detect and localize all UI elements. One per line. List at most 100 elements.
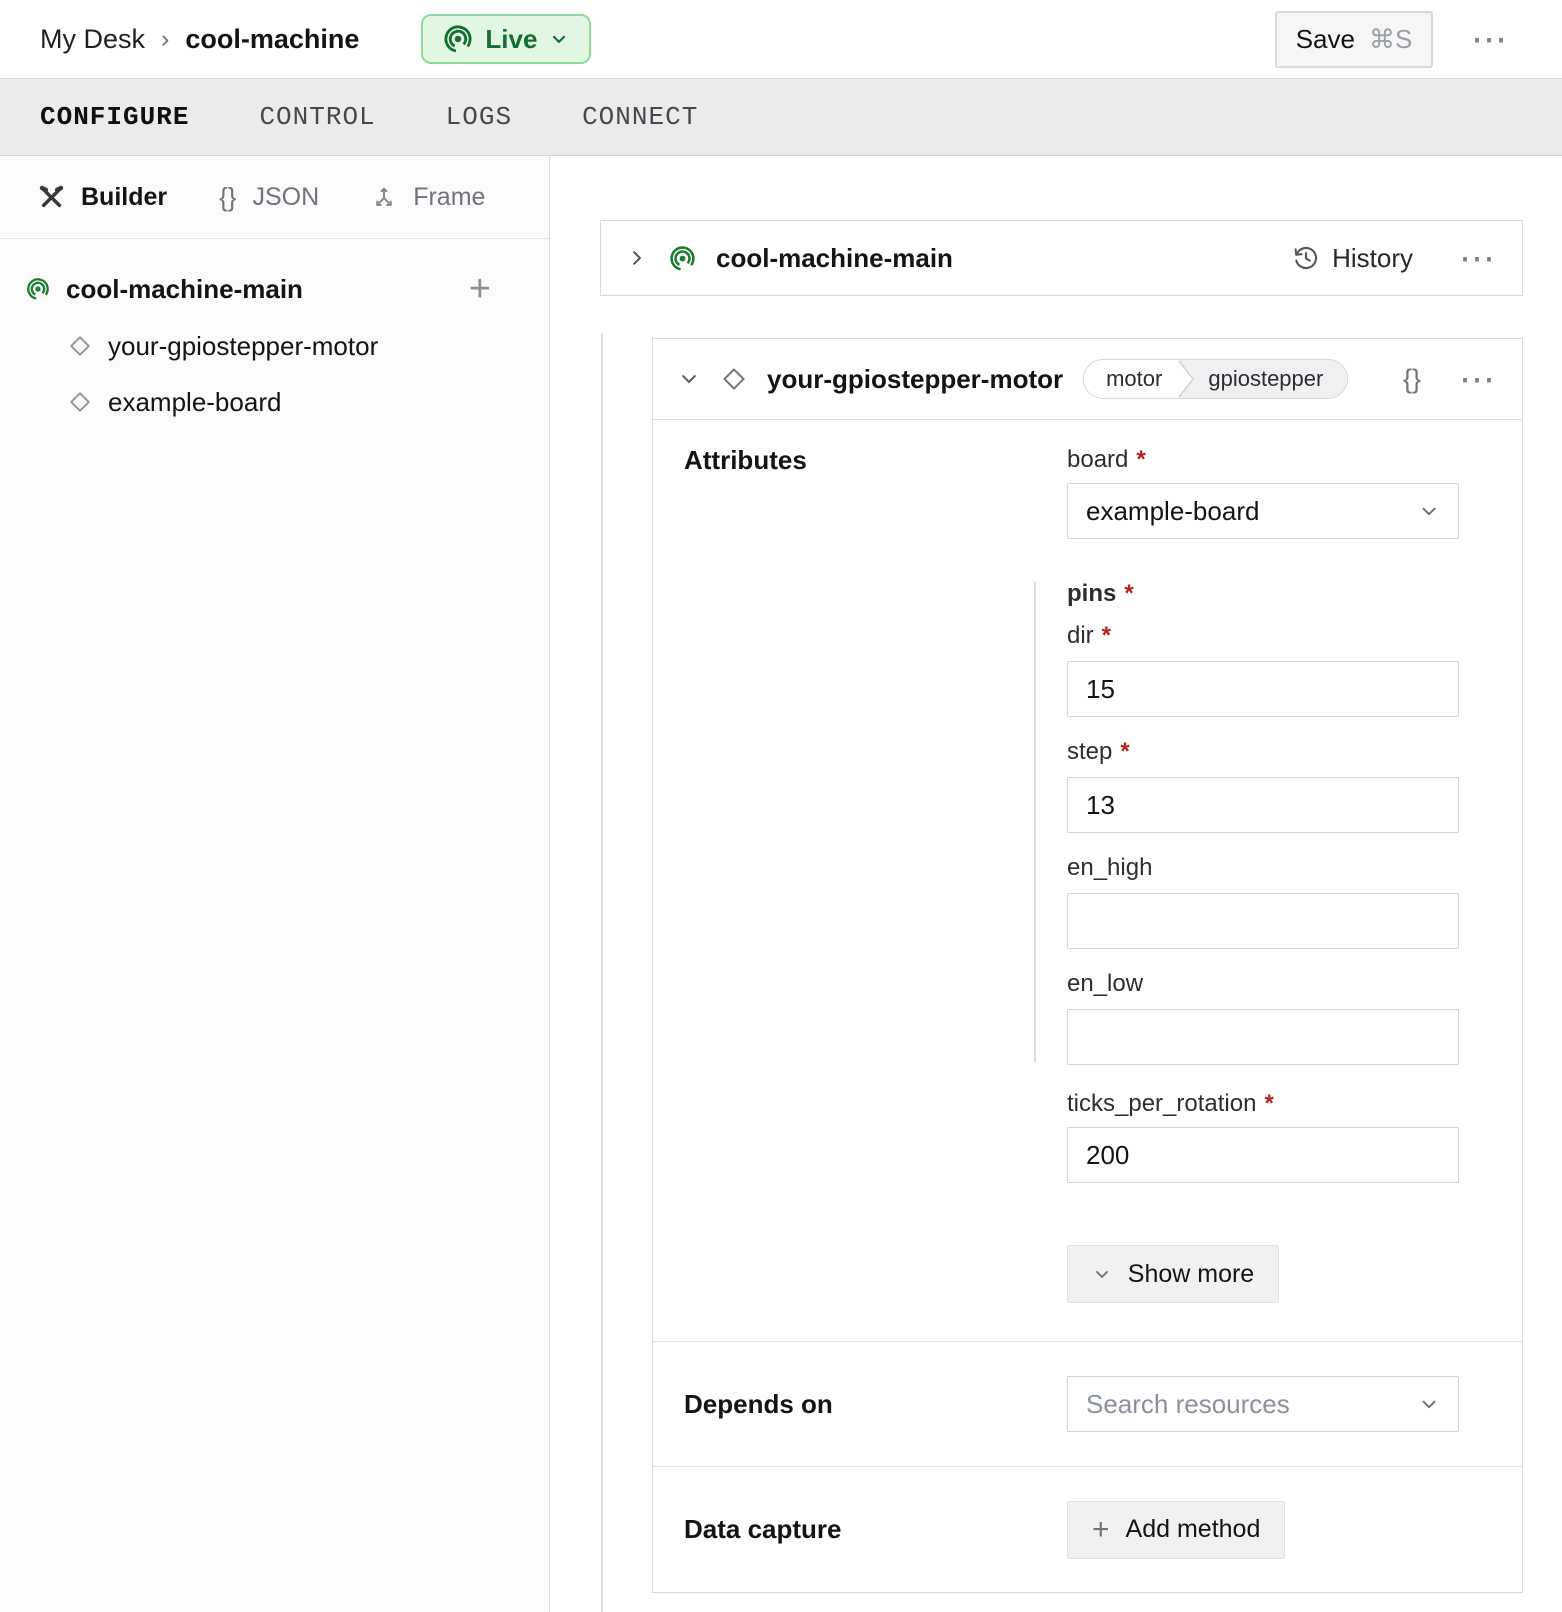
mode-tab-json-label: JSON: [253, 183, 320, 212]
tree-item-main-part[interactable]: cool-machine-main +: [26, 267, 549, 311]
mode-tab-builder-label: Builder: [81, 183, 167, 212]
history-clock-icon: [1292, 244, 1320, 272]
main-panel: cool-machine-main History ⋯: [550, 156, 1562, 1612]
attributes-heading: Attributes: [684, 445, 1067, 1303]
chevron-right-icon[interactable]: [627, 248, 647, 268]
dir-field: dir: [1067, 621, 1459, 717]
depends-on-section: Depends on Search resources: [653, 1341, 1522, 1466]
show-more-button[interactable]: Show more: [1067, 1245, 1279, 1303]
component-diamond-icon: [68, 334, 92, 358]
data-capture-section: Data capture + Add method: [653, 1466, 1522, 1592]
tab-logs[interactable]: LOGS: [446, 102, 512, 132]
depends-on-heading: Depends on: [684, 1389, 1067, 1420]
tree-item-gpiostepper-motor[interactable]: your-gpiostepper-motor: [68, 325, 549, 367]
en-low-input[interactable]: [1067, 1009, 1459, 1065]
chevron-down-icon: [549, 29, 569, 49]
save-button-label: Save: [1296, 24, 1355, 55]
search-resources-select[interactable]: Search resources: [1067, 1376, 1459, 1432]
view-mode-tabs: Builder {} JSON Frame: [0, 156, 549, 239]
live-status-label: Live: [485, 24, 537, 55]
breadcrumb-parent[interactable]: My Desk: [40, 24, 145, 55]
nesting-guide-line: [601, 333, 603, 1612]
attributes-form: board example-board pins dir: [1067, 445, 1459, 1303]
chevron-down-icon: [1092, 1264, 1112, 1284]
part-card-menu-icon[interactable]: ⋯: [1459, 240, 1496, 276]
show-more-label: Show more: [1128, 1260, 1254, 1289]
json-braces-icon: {}: [219, 182, 236, 213]
resource-card-title: your-gpiostepper-motor: [767, 364, 1063, 395]
en-high-field: en_high: [1067, 853, 1459, 949]
board-field: board example-board: [1067, 445, 1459, 539]
history-button[interactable]: History: [1292, 243, 1413, 274]
viam-live-icon: [443, 24, 473, 54]
edit-json-braces-icon[interactable]: {}: [1403, 364, 1421, 395]
part-card-title: cool-machine-main: [716, 243, 953, 274]
more-menu-icon[interactable]: ⋯: [1471, 21, 1508, 57]
tab-control[interactable]: CONTROL: [259, 102, 375, 132]
resource-card-menu-icon[interactable]: ⋯: [1459, 361, 1496, 397]
tree-item-example-board[interactable]: example-board: [68, 381, 549, 423]
board-label: board: [1067, 445, 1459, 475]
step-input[interactable]: [1067, 777, 1459, 833]
pins-group: pins dir step en_high: [1067, 579, 1459, 1065]
machine-tab-bar: CONFIGURE CONTROL LOGS CONNECT: [0, 78, 1562, 156]
step-label: step: [1067, 737, 1459, 767]
viam-part-icon: [669, 245, 696, 272]
en-high-label: en_high: [1067, 853, 1459, 883]
builder-tools-icon: [38, 184, 65, 211]
data-capture-heading: Data capture: [684, 1514, 1067, 1545]
add-resource-plus-icon[interactable]: +: [469, 270, 491, 308]
content-shell: Builder {} JSON Frame: [0, 156, 1562, 1612]
dir-label: dir: [1067, 621, 1459, 651]
live-status-badge[interactable]: Live: [421, 14, 591, 64]
data-capture-form: + Add method: [1067, 1501, 1459, 1559]
dir-input[interactable]: [1067, 661, 1459, 717]
en-low-field: en_low: [1067, 969, 1459, 1065]
step-field: step: [1067, 737, 1459, 833]
en-low-label: en_low: [1067, 969, 1459, 999]
tab-connect[interactable]: CONNECT: [582, 102, 698, 132]
resource-type-model-badge: motor gpiostepper: [1083, 359, 1348, 399]
add-method-label: Add method: [1126, 1515, 1261, 1544]
frame-axes-icon: [371, 184, 397, 210]
depends-on-form: Search resources: [1067, 1376, 1459, 1432]
mode-tab-frame[interactable]: Frame: [371, 183, 485, 212]
tree-item-example-board-label: example-board: [108, 387, 281, 418]
save-shortcut-hint: ⌘S: [1369, 24, 1412, 55]
part-card: cool-machine-main History ⋯: [600, 220, 1523, 296]
attributes-section: Attributes board example-board pins: [653, 420, 1522, 1341]
history-button-label: History: [1332, 243, 1413, 274]
resource-card-header: your-gpiostepper-motor motor gpiostepper…: [653, 339, 1522, 420]
breadcrumb: My Desk › cool-machine: [40, 24, 359, 55]
tree-item-gpiostepper-motor-label: your-gpiostepper-motor: [108, 331, 378, 362]
ticks-per-rotation-input[interactable]: [1067, 1127, 1459, 1183]
sidebar: Builder {} JSON Frame: [0, 156, 550, 1612]
board-select[interactable]: example-board: [1067, 483, 1459, 539]
badge-chevron-divider-icon: [1178, 360, 1194, 398]
component-diamond-icon: [721, 366, 747, 392]
add-method-button[interactable]: + Add method: [1067, 1501, 1285, 1559]
resource-type-badge: motor: [1084, 360, 1178, 398]
tree-item-main-part-label: cool-machine-main: [66, 274, 303, 305]
chevron-down-icon: [1418, 500, 1440, 522]
resource-tree: cool-machine-main + your-gpiostepper-mot…: [0, 239, 549, 423]
chevron-down-icon[interactable]: [679, 369, 699, 389]
ticks-per-rotation-label: ticks_per_rotation: [1067, 1089, 1459, 1119]
plus-icon: +: [1092, 1515, 1110, 1545]
mode-tab-builder[interactable]: Builder: [38, 183, 167, 212]
breadcrumb-current: cool-machine: [185, 24, 359, 55]
save-button[interactable]: Save ⌘S: [1275, 11, 1433, 68]
breadcrumb-separator-icon: ›: [161, 25, 169, 54]
mode-tab-frame-label: Frame: [413, 183, 485, 212]
viam-part-icon: [26, 277, 50, 301]
mode-tab-json[interactable]: {} JSON: [219, 182, 319, 213]
search-resources-placeholder: Search resources: [1086, 1389, 1290, 1420]
resource-card: your-gpiostepper-motor motor gpiostepper…: [652, 338, 1523, 1593]
ticks-per-rotation-field: ticks_per_rotation: [1067, 1089, 1459, 1183]
top-bar: My Desk › cool-machine Live Save ⌘S ⋯: [0, 0, 1562, 78]
en-high-input[interactable]: [1067, 893, 1459, 949]
pins-label: pins: [1067, 579, 1459, 609]
resource-model-badge: gpiostepper: [1178, 360, 1347, 398]
board-select-value: example-board: [1086, 496, 1259, 527]
tab-configure[interactable]: CONFIGURE: [40, 102, 189, 132]
